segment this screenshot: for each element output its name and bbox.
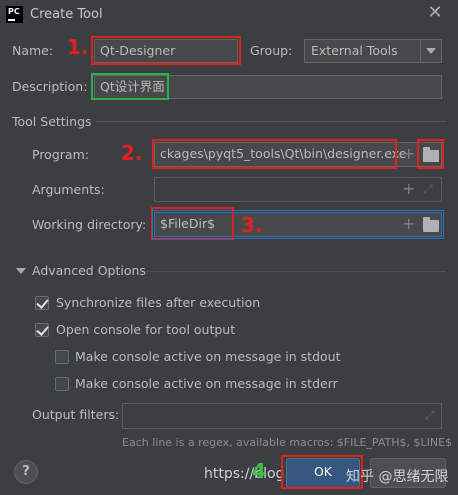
open-console-checkbox[interactable] <box>35 323 49 337</box>
sync-files-checkbox[interactable] <box>35 296 49 310</box>
program-label: Program: <box>32 147 89 162</box>
annotation-box-browse <box>417 139 444 169</box>
annotation-box-program <box>152 139 397 169</box>
section-divider <box>96 121 446 122</box>
chevron-down-icon[interactable] <box>420 40 441 62</box>
name-label: Name: <box>12 43 54 58</box>
output-filters-label: Output filters: <box>32 407 120 422</box>
help-button[interactable]: ? <box>14 460 38 484</box>
description-label: Description: <box>12 79 88 94</box>
stdout-active-checkbox[interactable] <box>55 350 69 364</box>
annotation-number-4: 4 <box>252 459 266 483</box>
collapse-triangle-icon[interactable] <box>16 268 26 274</box>
arguments-input[interactable] <box>154 177 442 202</box>
arguments-label: Arguments: <box>32 182 105 197</box>
stderr-active-checkbox[interactable] <box>55 377 69 391</box>
group-label: Group: <box>250 43 293 58</box>
sync-files-label[interactable]: Synchronize files after execution <box>56 295 260 310</box>
watermark-author: 知乎 @思绪无限 <box>346 469 449 485</box>
annotation-box-description <box>91 73 169 100</box>
annotation-box-name <box>91 36 241 65</box>
insert-macro-icon[interactable]: + <box>402 178 415 200</box>
working-directory-label: Working directory: <box>32 217 147 232</box>
group-select-value: External Tools <box>311 43 398 58</box>
output-filters-hint: Each line is a regex, available macros: … <box>122 436 453 449</box>
close-icon[interactable]: ✕ <box>426 4 444 22</box>
annotation-number-1: 1. <box>67 35 89 59</box>
pycharm-logo-icon: PC <box>6 6 23 23</box>
section-divider <box>146 271 446 272</box>
output-filters-input[interactable] <box>122 403 442 429</box>
title-bar: PC Create Tool ✕ <box>0 0 458 30</box>
stdout-active-label[interactable]: Make console active on message in stdout <box>75 349 341 364</box>
expand-icon[interactable]: ⤢ <box>423 183 433 195</box>
annotation-box-working-dir-field <box>152 210 444 239</box>
group-select[interactable]: External Tools <box>304 39 442 63</box>
annotation-number-2: 2. <box>121 141 143 165</box>
tool-settings-title: Tool Settings <box>12 114 92 129</box>
open-console-label[interactable]: Open console for tool output <box>56 322 235 337</box>
logo-text: PC <box>8 7 20 16</box>
stderr-active-label[interactable]: Make console active on message in stderr <box>75 376 338 391</box>
expand-icon[interactable]: ⤢ <box>425 409 435 421</box>
advanced-options-title[interactable]: Advanced Options <box>32 263 146 278</box>
insert-macro-icon[interactable]: + <box>402 143 415 165</box>
window-title: Create Tool <box>30 7 103 22</box>
